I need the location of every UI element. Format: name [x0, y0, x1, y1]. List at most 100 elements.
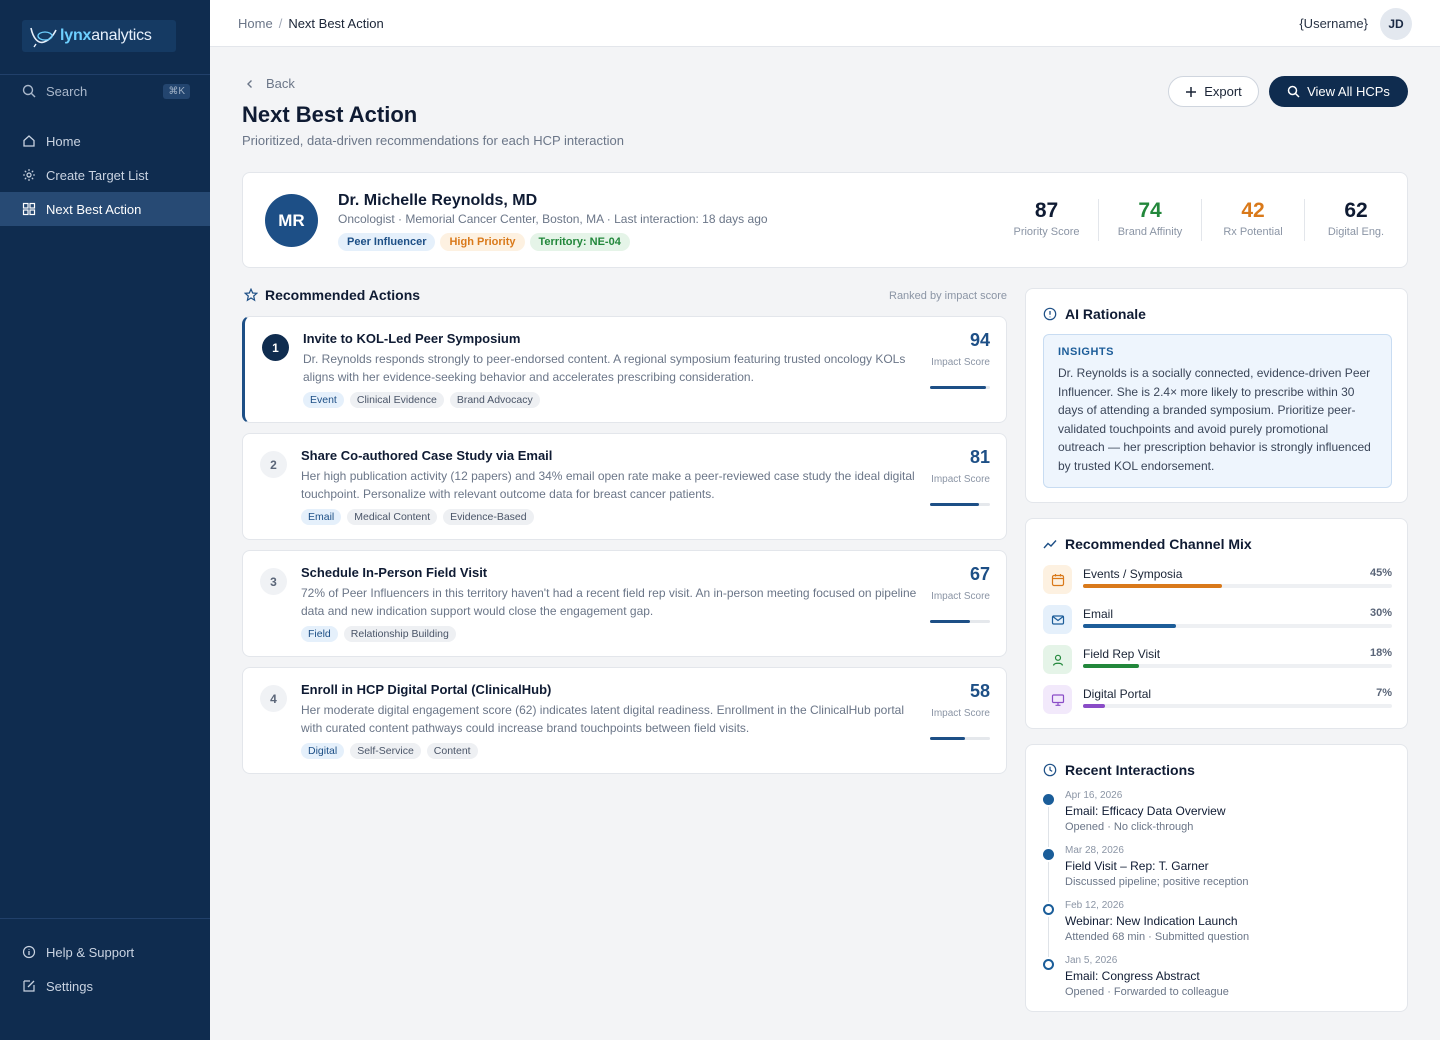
impact-score-label: Impact Score [931, 474, 990, 485]
export-button[interactable]: Export [1168, 76, 1259, 107]
recommended-actions-title: Recommended Actions [244, 287, 420, 303]
sidebar-search[interactable]: Search ⌘K [22, 82, 190, 100]
impact-score-fill [930, 737, 965, 740]
sidebar-item-label: Settings [46, 978, 93, 994]
interaction-item[interactable]: Jan 5, 2026 Email: Congress Abstract Ope… [1043, 955, 1383, 1010]
metric-label: Rx Potential [1223, 226, 1283, 238]
action-card-3[interactable]: 3 Schedule In-Person Field Visit 72% of … [242, 550, 1007, 657]
metric-priority-score: 87 Priority Score [995, 199, 1098, 241]
channel-percent: 30% [1369, 607, 1392, 619]
interaction-item[interactable]: Feb 12, 2026 Webinar: New Indication Lau… [1043, 900, 1383, 957]
channel-bar-fill [1083, 584, 1223, 588]
channel-bar [1083, 664, 1392, 668]
recent-interactions-label: Recent Interactions [1065, 762, 1195, 778]
action-rank: 1 [262, 334, 289, 361]
channel-mix-title: Recommended Channel Mix [1043, 536, 1252, 552]
impact-score-bar [930, 737, 990, 740]
timeline-dot [1043, 959, 1054, 970]
action-title: Enroll in HCP Digital Portal (ClinicalHu… [301, 682, 552, 697]
mail-icon [1051, 614, 1064, 625]
action-description: 72% of Peer Influencers in this territor… [301, 586, 917, 618]
action-card-4[interactable]: 4 Enroll in HCP Digital Portal (Clinical… [242, 667, 1007, 774]
impact-score-bar [930, 620, 990, 623]
brand-logo[interactable]: lynxanalytics [22, 20, 176, 52]
info-icon [22, 945, 36, 959]
timeline-line [1048, 862, 1049, 902]
impact-score-fill [930, 503, 979, 506]
interaction-note: Discussed pipeline; positive reception [1065, 876, 1249, 888]
channel-icon-box [1043, 685, 1072, 714]
sparkle-icon [23, 169, 35, 181]
action-tags: Email Medical Content Evidence-Based [301, 509, 534, 525]
breadcrumb-home[interactable]: Home [238, 16, 273, 31]
sidebar-item-next-best-action[interactable]: Next Best Action [0, 192, 210, 226]
hcp-metrics: 87 Priority Score 74 Brand Affinity 42 R… [995, 199, 1407, 241]
interaction-note: Opened · No click-through [1065, 821, 1194, 833]
sidebar-item-create-target-list[interactable]: Create Target List [0, 158, 210, 192]
home-icon [23, 135, 35, 147]
sidebar-item-label: Help & Support [46, 944, 135, 960]
monitor-icon [1051, 693, 1064, 706]
channel-bar-fill [1083, 624, 1176, 628]
recent-interactions-title: Recent Interactions [1043, 762, 1195, 778]
interaction-title: Field Visit – Rep: T. Garner [1065, 859, 1209, 873]
clock-icon [1043, 763, 1057, 777]
page-subtitle: Prioritized, data-driven recommendations… [242, 133, 624, 148]
action-description: Her moderate digital engagement score (6… [301, 703, 904, 735]
sidebar-item-home[interactable]: Home [0, 124, 210, 158]
sidebar-item-help-support[interactable]: Help & Support [0, 935, 210, 969]
tag-high-priority: High Priority [440, 233, 525, 251]
channel-icon-box [1043, 605, 1072, 634]
edit-icon [23, 980, 35, 992]
insights-text: Dr. Reynolds is a socially connected, ev… [1058, 366, 1371, 473]
metric-value: 87 [1034, 199, 1059, 222]
channel-bar [1083, 584, 1392, 588]
breadcrumb-separator: / [278, 16, 283, 31]
action-tags: Field Relationship Building [301, 626, 456, 642]
user-avatar[interactable]: JD [1380, 8, 1412, 40]
back-label: Back [266, 76, 295, 91]
back-link[interactable]: Back [244, 76, 295, 91]
channel-bar [1083, 704, 1392, 708]
action-tag: Brand Advocacy [449, 392, 540, 408]
impact-score: 94 [969, 330, 990, 350]
ai-rationale-title: AI Rationale [1043, 306, 1146, 322]
timeline-line [1048, 807, 1049, 847]
channel-name: Email [1083, 607, 1114, 621]
timeline-dot [1043, 794, 1054, 805]
action-rank: 3 [260, 568, 287, 595]
action-card-2[interactable]: 2 Share Co-authored Case Study via Email… [242, 433, 1007, 540]
interaction-title: Webinar: New Indication Launch [1065, 914, 1238, 928]
sidebar: lynxanalytics Search ⌘K Home Create Targ… [0, 0, 210, 1040]
alert-circle-icon [1043, 307, 1057, 321]
chevron-left-icon [247, 79, 252, 88]
metric-value: 62 [1344, 199, 1368, 222]
sidebar-item-settings[interactable]: Settings [0, 969, 210, 1003]
interaction-title: Email: Efficacy Data Overview [1065, 804, 1226, 818]
action-tag: Self-Service [350, 743, 421, 759]
channel-bar-fill [1083, 704, 1105, 708]
interaction-item[interactable]: Apr 16, 2026 Email: Efficacy Data Overvi… [1043, 790, 1383, 847]
sidebar-item-label: Create Target List [46, 167, 149, 183]
channel-name: Field Rep Visit [1083, 647, 1161, 661]
channel-name: Digital Portal [1083, 687, 1152, 701]
channel-percent: 45% [1369, 567, 1392, 579]
username[interactable]: {Username} [1299, 16, 1368, 31]
channel-events-symposia: Events / Symposia 45% [1043, 565, 1392, 597]
interaction-date: Feb 12, 2026 [1065, 900, 1124, 911]
interaction-title: Email: Congress Abstract [1065, 969, 1200, 983]
interaction-item[interactable]: Mar 28, 2026 Field Visit – Rep: T. Garne… [1043, 845, 1383, 902]
interaction-date: Apr 16, 2026 [1065, 790, 1123, 801]
view-all-hcps-button[interactable]: View All HCPs [1269, 76, 1408, 107]
page-title: Next Best Action [242, 102, 418, 127]
action-description: Her high publication activity (12 papers… [301, 469, 915, 501]
action-card-1[interactable]: 1 Invite to KOL-Led Peer Symposium Dr. R… [242, 316, 1007, 423]
hcp-meta: Oncologist · Memorial Cancer Center, Bos… [338, 212, 768, 226]
export-label: Export [1204, 84, 1242, 99]
action-tag: Content [426, 743, 478, 759]
user-icon [1052, 654, 1063, 666]
channel-icon-box [1043, 645, 1072, 674]
metric-digital-engagement: 62 Digital Eng. [1304, 199, 1407, 241]
insights-label: INSIGHTS [1058, 346, 1114, 358]
impact-score-label: Impact Score [931, 591, 990, 602]
